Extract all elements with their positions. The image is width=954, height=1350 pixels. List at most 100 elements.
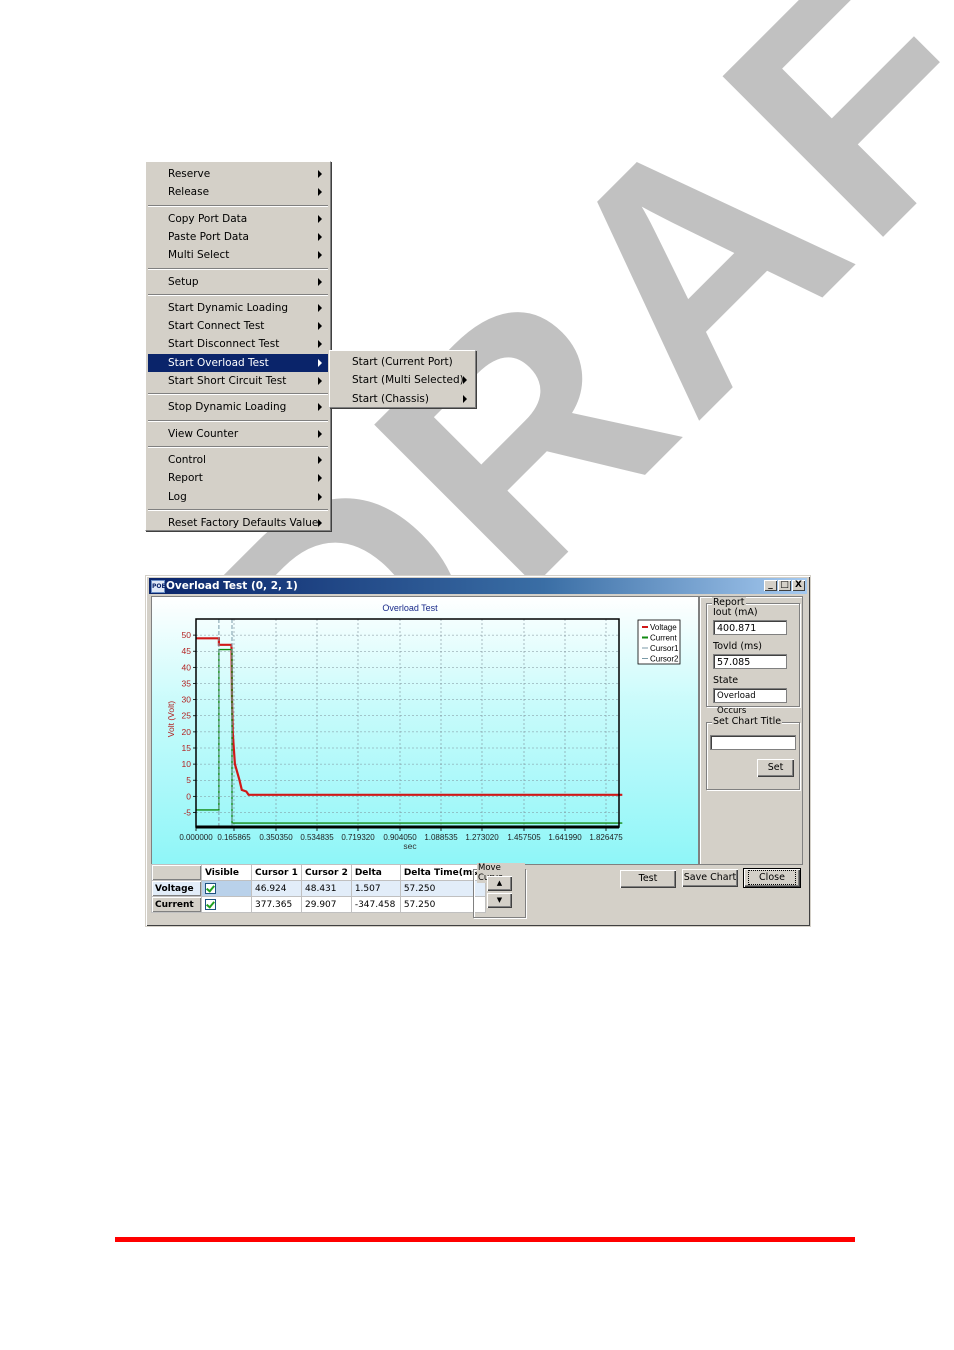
y-axis-label: Volt (Volt)	[166, 701, 176, 738]
submenu-item-start-chassis[interactable]: Start (Chassis)	[332, 390, 473, 408]
y-tick-label: 0	[186, 791, 191, 801]
menu-item-label: Copy Port Data	[168, 212, 248, 225]
menu-separator	[148, 393, 328, 396]
submenu-arrow-icon	[318, 214, 322, 223]
iout-label: Iout (mA)	[713, 607, 758, 618]
menu-item-copy-port-data[interactable]: Copy Port Data	[148, 210, 328, 228]
submenu-arrow-icon	[318, 429, 322, 438]
header-visible: Visible	[201, 864, 252, 881]
cursor-table: Visible Cursor 1 Cursor 2 Delta Delta Ti…	[151, 864, 486, 913]
menu-item-label: Multi Select	[168, 249, 230, 262]
menu-item-reserve[interactable]: Reserve	[148, 165, 328, 183]
visible-cell[interactable]	[201, 880, 252, 897]
menu-item-setup[interactable]: Setup	[148, 273, 328, 291]
move-curve-group: Move Curve ▲ ▼	[473, 863, 526, 918]
menu-item-log[interactable]: Log	[148, 488, 328, 506]
visible-checkbox[interactable]	[205, 883, 216, 894]
iout-field[interactable]: 400.871	[713, 620, 787, 635]
app-icon: POE	[151, 580, 166, 593]
row-name: Current	[151, 896, 202, 913]
menu-item-label: Release	[168, 186, 210, 199]
menu-item-label: Control	[168, 453, 206, 466]
menu-item-reset-factory-defaults-value[interactable]: Reset Factory Defaults Value	[148, 514, 328, 532]
menu-item-multi-select[interactable]: Multi Select	[148, 246, 328, 264]
menu-item-control[interactable]: Control	[148, 451, 328, 469]
menu-item-start-disconnect-test[interactable]: Start Disconnect Test	[148, 335, 328, 353]
x-tick-label: 1.088535	[424, 833, 458, 842]
submenu-arrow-icon	[318, 170, 322, 178]
submenu-arrow-icon	[318, 277, 322, 286]
x-tick-label: 0.000000	[179, 833, 213, 842]
test-button[interactable]: Test	[620, 870, 676, 888]
table-row[interactable]: Current 377.365 29.907 -347.458 57.250	[151, 896, 486, 913]
move-up-button[interactable]: ▲	[487, 876, 512, 891]
menu-item-report[interactable]: Report	[148, 469, 328, 487]
legend-entry: Current	[650, 634, 677, 643]
menu-item-view-counter[interactable]: View Counter	[148, 425, 328, 443]
y-tick-label: 30	[182, 695, 192, 705]
menu-item-label: Start Short Circuit Test	[168, 375, 287, 387]
y-tick-label: 20	[182, 727, 192, 737]
menu-item-start-overload-test[interactable]: Start Overload Test	[148, 353, 328, 372]
row-name: Voltage	[151, 880, 202, 897]
maximize-button[interactable]: □	[778, 580, 791, 591]
legend-entry: Cursor1	[650, 644, 679, 653]
overload-test-window: POE Overload Test (0, 2, 1) _ □ X Overlo…	[145, 575, 811, 927]
cursor2-cell: 48.431	[301, 880, 352, 897]
close-button-label: Close	[748, 870, 796, 885]
menu-item-start-short-circuit-test[interactable]: Start Short Circuit Test	[148, 372, 328, 390]
y-tick-label: 10	[182, 759, 192, 769]
x-tick-label: 0.165865	[217, 833, 251, 842]
menu-item-start-dynamic-loading[interactable]: Start Dynamic Loading	[148, 299, 328, 317]
header-cursor2: Cursor 2	[301, 864, 352, 881]
table-row[interactable]: Voltage 46.924 48.431 1.507 57.250	[151, 880, 486, 897]
series-voltage-line	[196, 637, 623, 796]
menu-item-start-connect-test[interactable]: Start Connect Test	[148, 317, 328, 335]
chart-legend: Voltage CurrentCursor1 Cursor2	[637, 619, 681, 665]
menu-item-label: Setup	[168, 275, 199, 288]
submenu-item-start-current-port[interactable]: Start (Current Port)	[332, 353, 473, 371]
y-tick-label: 45	[182, 646, 192, 656]
submenu-item-start-multi-selected[interactable]: Start (Multi Selected)	[332, 371, 473, 389]
set-chart-title-label: Set Chart Title	[712, 716, 783, 727]
header-blank	[151, 864, 202, 881]
title-bar[interactable]: POE Overload Test (0, 2, 1) _ □ X	[149, 578, 807, 594]
x-tick-label: 0.350350	[259, 833, 293, 842]
chart-title-input[interactable]	[710, 735, 796, 750]
y-tick-label: 50	[182, 630, 192, 640]
x-tick-label: 1.457505	[507, 833, 541, 842]
menu-separator	[148, 267, 328, 270]
header-cursor1: Cursor 1	[251, 864, 302, 881]
visible-cell[interactable]	[201, 896, 252, 913]
menu-item-stop-dynamic-loading[interactable]: Stop Dynamic Loading	[148, 398, 328, 416]
submenu-arrow-icon	[318, 340, 322, 349]
close-window-button[interactable]: X	[792, 580, 805, 591]
menu-item-paste-port-data[interactable]: Paste Port Data	[148, 228, 328, 246]
submenu-item-label: Start (Current Port)	[352, 356, 453, 368]
y-tick-label: 5	[186, 775, 191, 785]
y-tick-label: 40	[182, 662, 192, 672]
close-button[interactable]: Close	[743, 868, 801, 888]
minimize-button[interactable]: _	[764, 580, 777, 591]
menu-separator	[148, 445, 328, 448]
chart-panel: Overload Test 50 45 40 35 30 25 20 15 10 5 0 -5 0.00…	[151, 596, 699, 865]
save-chart-button[interactable]: Save Chart	[682, 869, 738, 887]
menu-item-release[interactable]: Release	[148, 183, 328, 201]
context-menu: Reserve Release Copy Port Data Paste Port D…	[145, 161, 331, 531]
submenu-arrow-icon	[463, 376, 467, 385]
set-title-button[interactable]: Set	[757, 759, 794, 777]
state-field[interactable]: Overload Occurs	[713, 688, 787, 716]
y-tick-label: 35	[182, 678, 192, 688]
series-current-line	[196, 648, 623, 824]
legend-entry: Voltage	[650, 623, 677, 632]
state-label: State	[713, 675, 739, 686]
visible-checkbox[interactable]	[205, 899, 216, 910]
x-axis-label: sec	[403, 841, 417, 851]
submenu-arrow-icon	[318, 377, 322, 385]
move-down-button[interactable]: ▼	[487, 893, 512, 908]
tovld-field[interactable]: 57.085	[713, 654, 787, 669]
menu-item-label: Report	[168, 472, 203, 485]
submenu-arrow-icon	[318, 403, 322, 412]
delta-cell: 1.507	[350, 880, 401, 897]
x-tick-label: 0.534835	[300, 833, 334, 842]
